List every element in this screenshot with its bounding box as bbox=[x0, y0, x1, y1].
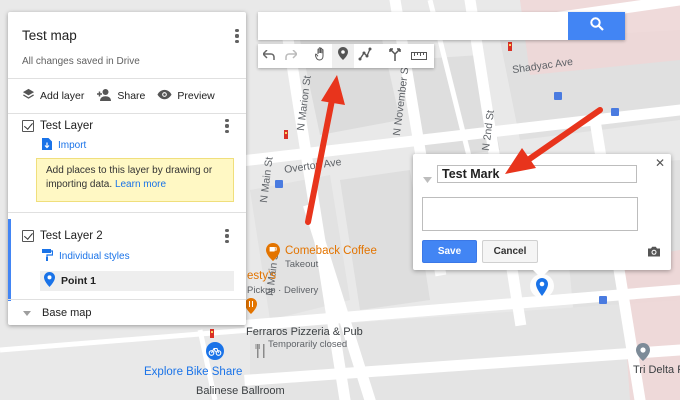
layers-panel: Test map All changes saved in Drive Add … bbox=[8, 12, 246, 325]
select-items-button[interactable] bbox=[310, 44, 332, 68]
poi-takeout-label: Takeout bbox=[285, 259, 319, 270]
add-layer-label: Add layer bbox=[40, 90, 85, 102]
poi-balinese-ballroom[interactable]: Balinese Ballroom bbox=[196, 385, 285, 397]
draw-line-button[interactable] bbox=[354, 44, 376, 68]
layer-options-icon[interactable] bbox=[220, 118, 234, 134]
layer-test-layer: Test Layer bbox=[22, 120, 93, 132]
individual-styles-link[interactable]: Individual styles bbox=[42, 249, 130, 264]
redo-button[interactable] bbox=[280, 44, 302, 68]
style-caret-icon[interactable] bbox=[423, 170, 433, 183]
layer-empty-tip: Add places to this layer by drawing or i… bbox=[36, 158, 234, 202]
preview-button[interactable]: Preview bbox=[157, 89, 215, 103]
layer-visibility-checkbox[interactable] bbox=[22, 230, 34, 242]
divider bbox=[8, 299, 246, 300]
map-title[interactable]: Test map bbox=[22, 28, 77, 43]
cancel-button[interactable]: Cancel bbox=[482, 240, 538, 263]
feature-description-input[interactable] bbox=[422, 197, 638, 231]
draw-line-icon bbox=[358, 47, 372, 66]
poi-temporarily-closed-label: Temporarily closed bbox=[268, 339, 348, 350]
measure-icon bbox=[411, 47, 427, 65]
layer-options-icon[interactable] bbox=[220, 228, 234, 244]
poi-pickup-delivery-label: Pickup · Delivery bbox=[247, 285, 319, 296]
search-input[interactable] bbox=[258, 12, 568, 40]
marker-icon bbox=[44, 272, 55, 290]
search-box bbox=[258, 12, 625, 40]
divider bbox=[8, 212, 246, 213]
active-layer-indicator bbox=[8, 219, 11, 301]
feature-name: Point 1 bbox=[61, 275, 97, 287]
map-options-icon[interactable] bbox=[230, 28, 244, 44]
poi-explore-bike-share[interactable]: Explore Bike Share bbox=[144, 366, 242, 378]
layer-test-layer-2: Test Layer 2 bbox=[22, 230, 103, 242]
directions-button[interactable] bbox=[384, 44, 406, 68]
search-icon bbox=[589, 16, 604, 36]
save-button[interactable]: Save bbox=[422, 240, 477, 263]
share-label: Share bbox=[117, 90, 146, 102]
poi-comeback-coffee[interactable]: Comeback Coffee bbox=[285, 245, 377, 257]
redo-icon bbox=[285, 47, 299, 65]
eye-icon bbox=[157, 89, 172, 103]
poi-testys[interactable]: esty's bbox=[247, 270, 276, 282]
feature-title-input[interactable] bbox=[437, 165, 637, 183]
add-marker-icon bbox=[338, 47, 348, 65]
measure-button[interactable] bbox=[406, 44, 432, 68]
save-status: All changes saved in Drive bbox=[22, 56, 140, 67]
feature-point-1[interactable]: Point 1 bbox=[40, 271, 234, 291]
hand-icon bbox=[314, 46, 328, 66]
panel-toolbar: Add layer Share Preview bbox=[22, 88, 215, 104]
camera-icon[interactable] bbox=[647, 244, 661, 262]
map-toolbar bbox=[258, 44, 434, 68]
import-file-icon bbox=[42, 138, 52, 153]
layer-name[interactable]: Test Layer bbox=[40, 120, 93, 132]
add-layer-button[interactable]: Add layer bbox=[22, 88, 84, 104]
layer-name[interactable]: Test Layer 2 bbox=[40, 230, 103, 242]
paint-roller-icon bbox=[42, 249, 54, 264]
feature-info-popup: ✕ Save Cancel bbox=[413, 154, 671, 278]
close-icon[interactable]: ✕ bbox=[655, 156, 665, 170]
share-button[interactable]: Share bbox=[96, 88, 145, 104]
layers-icon bbox=[22, 88, 35, 104]
add-person-icon bbox=[96, 88, 112, 104]
layer-visibility-checkbox[interactable] bbox=[22, 120, 34, 132]
learn-more-link[interactable]: Learn more bbox=[115, 179, 166, 190]
undo-icon bbox=[261, 47, 275, 65]
import-label: Import bbox=[58, 140, 87, 151]
divider bbox=[8, 113, 246, 114]
base-map-row[interactable]: Base map bbox=[22, 307, 92, 319]
caret-down-icon[interactable] bbox=[22, 308, 32, 318]
undo-button[interactable] bbox=[258, 44, 280, 68]
preview-label: Preview bbox=[177, 90, 215, 102]
search-button[interactable] bbox=[568, 12, 625, 40]
poi-ferraros[interactable]: Ferraros Pizzeria & Pub bbox=[246, 326, 363, 338]
poi-tri-delta[interactable]: Tri Delta P bbox=[633, 364, 680, 376]
individual-styles-label: Individual styles bbox=[59, 251, 130, 262]
add-marker-button[interactable] bbox=[332, 44, 354, 68]
directions-icon bbox=[389, 47, 401, 66]
base-map-label: Base map bbox=[42, 307, 92, 319]
divider bbox=[8, 78, 246, 79]
import-link[interactable]: Import bbox=[42, 138, 86, 153]
